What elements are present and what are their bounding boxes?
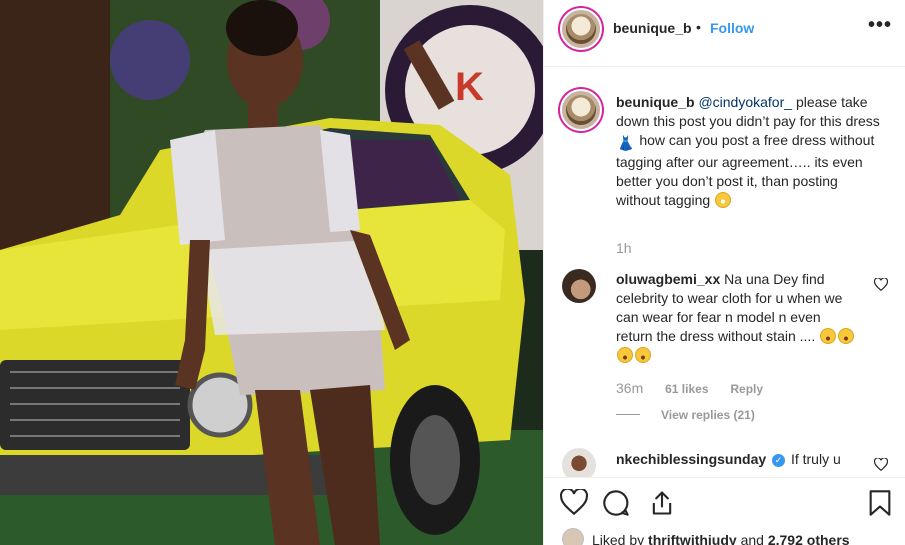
follow-button[interactable]: Follow: [710, 20, 754, 36]
verified-badge-icon: ✓: [772, 454, 786, 467]
bookmark-icon[interactable]: [868, 489, 892, 517]
comment-heart-icon[interactable]: [874, 278, 888, 291]
reply-button[interactable]: Reply: [730, 382, 763, 396]
caption-text: beunique_b @cindyokafor_ please take dow…: [616, 93, 886, 210]
comment-likes[interactable]: 61 likes: [665, 382, 708, 396]
caption-mention[interactable]: @cindyokafor_: [698, 94, 792, 110]
laughing-emoji-icon: [635, 347, 651, 363]
surprised-face-emoji-icon: [715, 192, 732, 208]
comment-body: If truly u: [790, 451, 841, 467]
view-replies-button[interactable]: View replies (21): [661, 408, 755, 422]
liked-by-text: Liked by thriftwithjudy and 2,792 others: [592, 532, 850, 545]
header-avatar[interactable]: [560, 8, 602, 50]
liked-others[interactable]: 2,792 others: [768, 532, 850, 545]
comment-text: nkechiblessingsunday ✓ If truly u: [616, 450, 856, 469]
comment-username[interactable]: nkechiblessingsunday: [616, 451, 766, 467]
header-separator: •: [696, 19, 701, 35]
more-icon[interactable]: •••: [868, 14, 892, 37]
dress-emoji-icon: 👗: [617, 135, 635, 151]
svg-text:K: K: [455, 65, 484, 109]
share-icon[interactable]: [648, 489, 676, 517]
comment-timestamp[interactable]: 36m: [616, 380, 643, 396]
comment-text: oluwagbemi_xx Na una Dey find celebrity …: [616, 270, 856, 365]
caption-avatar[interactable]: [560, 89, 602, 131]
comment-avatar[interactable]: [562, 269, 596, 303]
photo-illustration: K: [0, 0, 543, 545]
header-username[interactable]: beunique_b: [613, 20, 692, 36]
comment-icon[interactable]: [602, 489, 630, 517]
replies-divider: [616, 414, 640, 415]
comment-avatar[interactable]: [562, 448, 596, 477]
caption-body-2: how can you post a free dress without ta…: [616, 132, 875, 208]
laughing-emoji-icon: [838, 328, 855, 344]
post-header: beunique_b • Follow •••: [544, 0, 905, 67]
laughing-emoji-icon: [820, 328, 837, 344]
post-photo[interactable]: K: [0, 0, 543, 545]
post-actions: Liked by thriftwithjudy and 2,792 others: [544, 477, 905, 545]
laughing-emoji-icon: [617, 347, 633, 363]
liked-by-user[interactable]: thriftwithjudy: [648, 532, 737, 545]
comments-section[interactable]: beunique_b @cindyokafor_ please take dow…: [544, 67, 905, 477]
caption-timestamp[interactable]: 1h: [616, 240, 632, 256]
liked-by-avatar[interactable]: [562, 528, 584, 545]
comment-username[interactable]: oluwagbemi_xx: [616, 271, 720, 287]
comment-meta: 36m 61 likes Reply: [616, 380, 781, 396]
comment-heart-icon[interactable]: [874, 458, 888, 471]
caption-username[interactable]: beunique_b: [616, 94, 695, 110]
liked-and: and: [740, 532, 764, 545]
liked-prefix: Liked by: [592, 532, 645, 545]
post-panel: beunique_b • Follow ••• beunique_b @cind…: [543, 0, 905, 545]
heart-icon[interactable]: [560, 489, 588, 515]
